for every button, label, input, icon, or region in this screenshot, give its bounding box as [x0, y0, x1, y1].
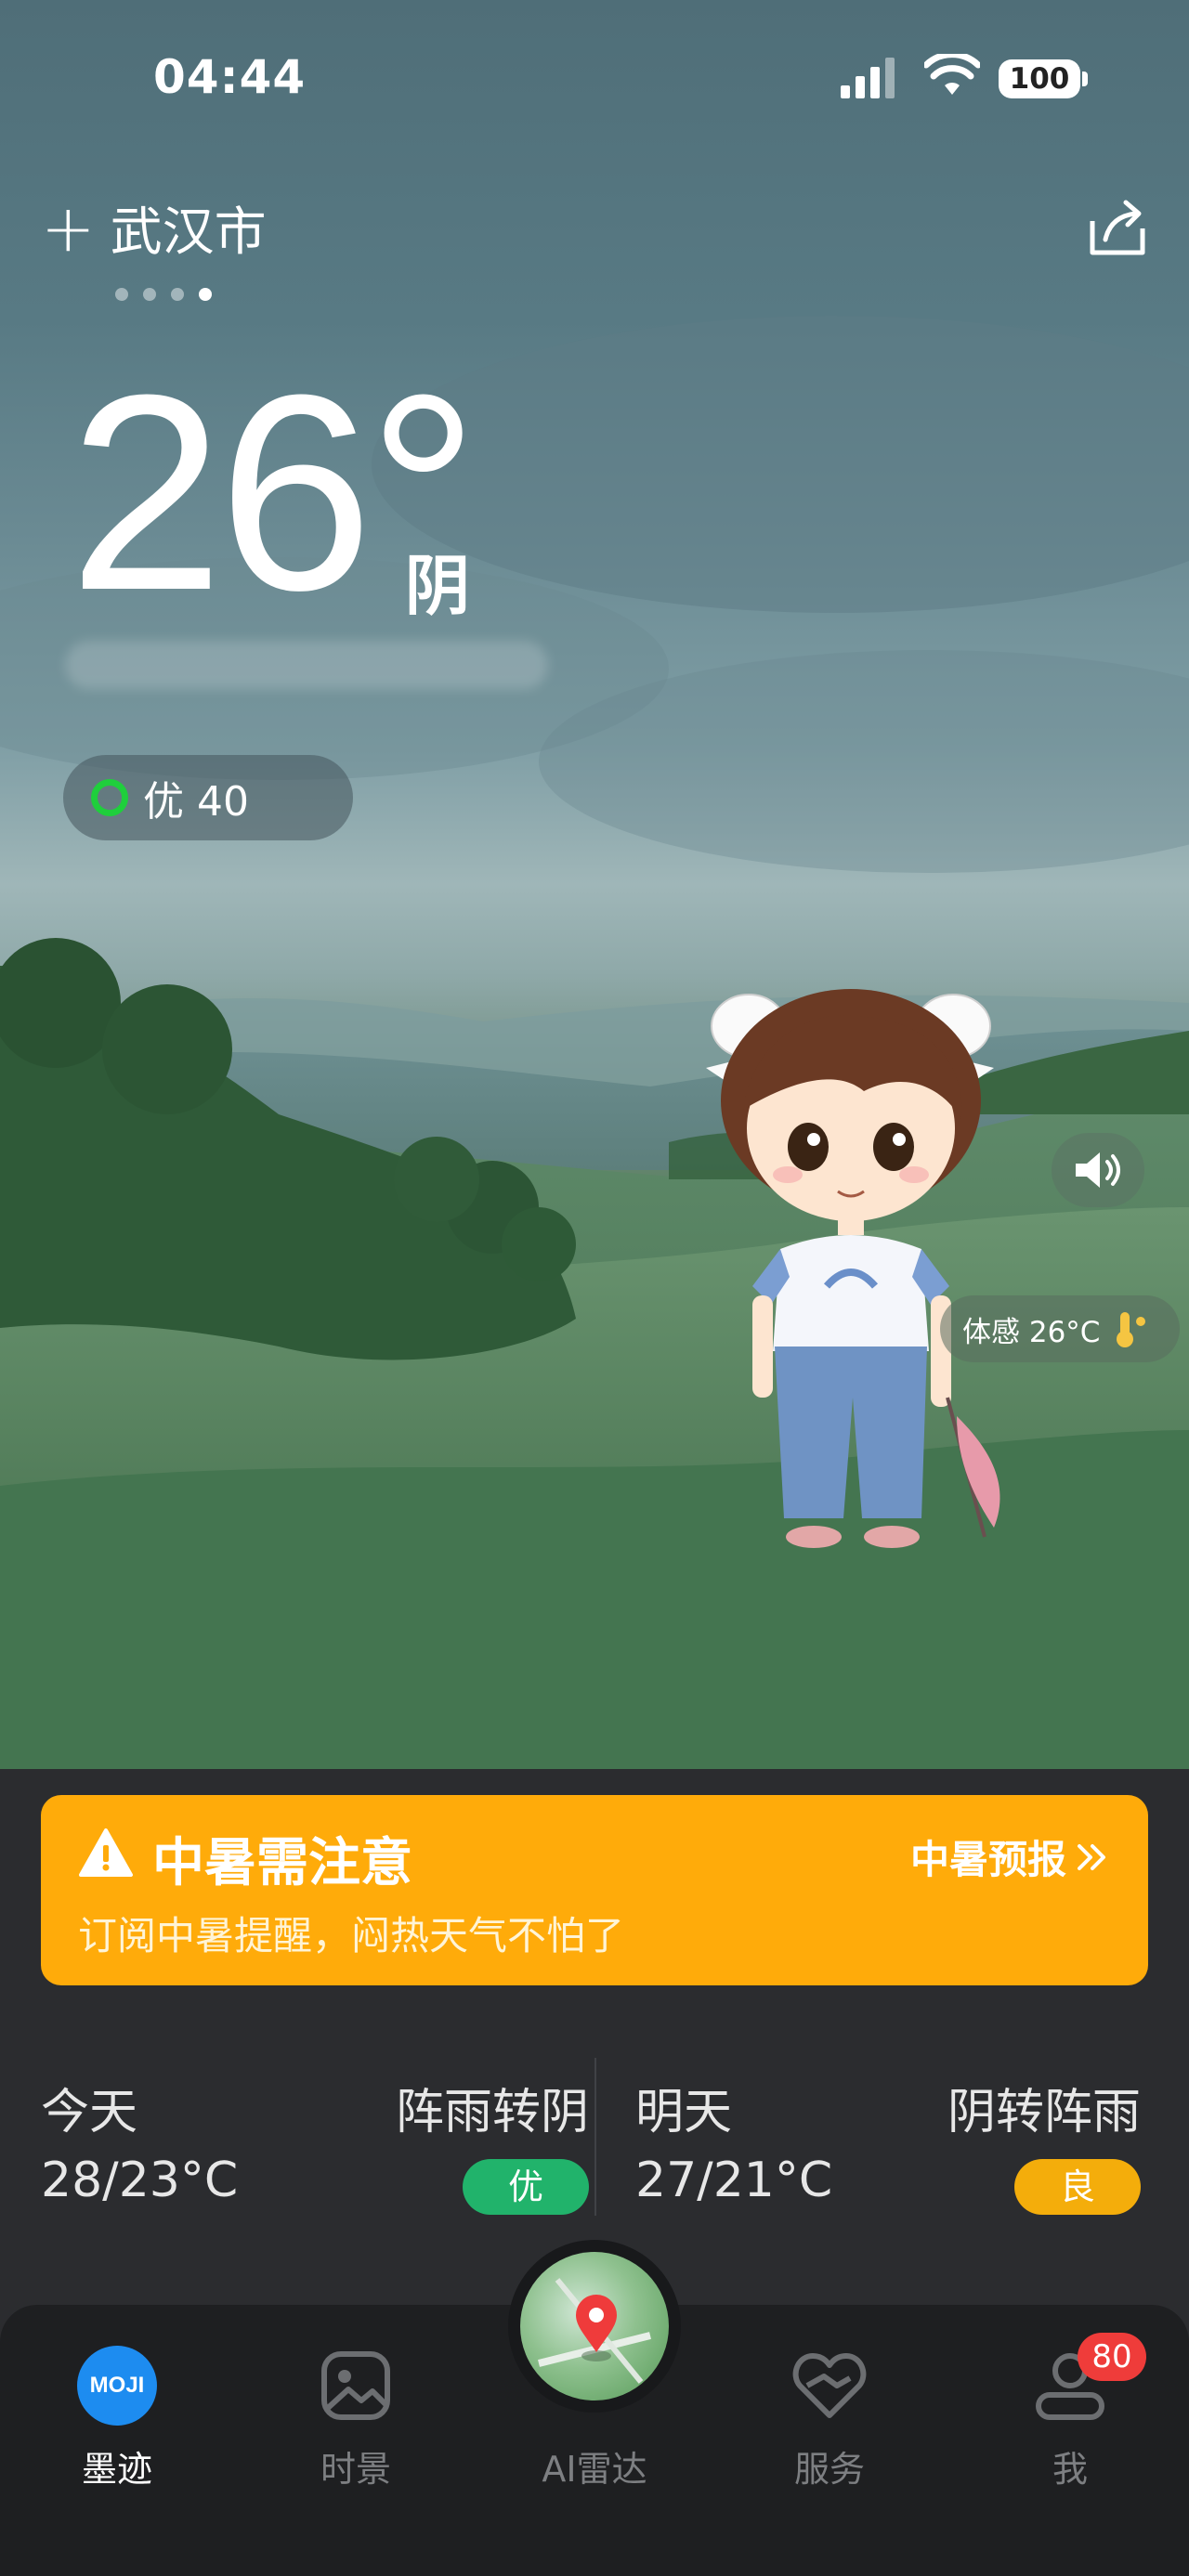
- wifi-icon: [924, 54, 980, 95]
- city-name[interactable]: 武汉市: [111, 190, 267, 266]
- share-icon[interactable]: [1085, 195, 1150, 260]
- feels-like-label: 体感 26°C: [962, 1315, 1101, 1349]
- tab-scenes[interactable]: 时景: [272, 2344, 439, 2491]
- weather-hero: 04:44 100 + 武汉市 26° 阴 优 40 体感 26°C: [0, 0, 1189, 1769]
- forecast-today[interactable]: 今天 阵雨转阴 28/23°C 优: [41, 2013, 589, 2236]
- tab-label: 我: [1052, 2449, 1088, 2490]
- city-selector[interactable]: + 武汉市: [41, 190, 267, 266]
- forecast-range: 28/23°C: [41, 2153, 239, 2208]
- page-indicator: [115, 288, 212, 301]
- forecast-aqi-badge: 良: [1014, 2159, 1141, 2215]
- heatstroke-forecast-link[interactable]: 中暑预报: [910, 1828, 1111, 1885]
- status-bar: 04:44 100: [0, 0, 1189, 158]
- thermometer-icon: [1117, 1312, 1146, 1347]
- notification-badge: 80: [1078, 2333, 1146, 2381]
- blurred-summary: [65, 641, 548, 689]
- tab-label: 服务: [793, 2449, 865, 2490]
- page-dot: [171, 288, 184, 301]
- tab-moji[interactable]: MOJI 墨迹: [33, 2344, 201, 2491]
- forecast-day: 今天: [41, 2085, 138, 2140]
- daily-forecast: 今天 阵雨转阴 28/23°C 优 明天 阴转阵雨 27/21°C 良: [0, 2013, 1189, 2255]
- forecast-aqi-badge: 优: [463, 2159, 589, 2215]
- tab-label: 墨迹: [81, 2449, 152, 2490]
- page-dot: [115, 288, 128, 301]
- double-chevron-right-icon: [1078, 1843, 1105, 1870]
- alert-subtitle: 订阅中暑提醒，闷热天气不怕了: [78, 1913, 625, 1958]
- add-city-icon[interactable]: +: [41, 196, 96, 261]
- map-pin-icon: [538, 2278, 651, 2384]
- feels-like-pill[interactable]: 体感 26°C: [940, 1295, 1180, 1362]
- heart-hand-icon: [788, 2344, 871, 2427]
- photo-icon: [314, 2344, 398, 2427]
- moji-logo: MOJI: [77, 2346, 157, 2426]
- battery-cap: [1082, 72, 1088, 86]
- forecast-range: 27/21°C: [635, 2153, 833, 2208]
- status-time: 04:44: [153, 50, 307, 104]
- forecast-day: 明天: [635, 2085, 733, 2140]
- forecast-divider: [594, 2058, 596, 2216]
- radar-map-thumbnail: [520, 2252, 669, 2400]
- page-dot-active: [199, 288, 212, 301]
- heatstroke-alert-card[interactable]: 中暑需注意 中暑预报 订阅中暑提醒，闷热天气不怕了: [41, 1795, 1148, 1985]
- aqi-ring-icon: [91, 779, 128, 816]
- forecast-condition: 阴转阵雨: [947, 2085, 1141, 2140]
- forecast-condition: 阵雨转阴: [395, 2085, 589, 2140]
- battery-indicator: 100: [999, 59, 1080, 98]
- alert-title: 中暑需注意: [152, 1833, 412, 1893]
- voice-broadcast-button[interactable]: [1052, 1133, 1144, 1207]
- tab-label: 时景: [320, 2449, 391, 2490]
- warning-icon: [79, 1828, 133, 1877]
- current-condition: 阴: [405, 548, 470, 624]
- aqi-pill[interactable]: 优 40: [63, 755, 353, 840]
- signal-icon: [841, 58, 895, 98]
- moji-icon: MOJI: [75, 2344, 159, 2427]
- ai-radar-button[interactable]: [508, 2240, 681, 2413]
- speaker-icon: [1076, 1152, 1120, 1188]
- weather-screen: 04:44 100 + 武汉市 26° 阴 优 40 体感 26°C 中暑需注意…: [0, 0, 1189, 2576]
- tab-label: AI雷达: [542, 2449, 647, 2490]
- avatar-character[interactable]: [678, 980, 1022, 1574]
- forecast-tomorrow[interactable]: 明天 阴转阵雨 27/21°C 良: [635, 2013, 1141, 2236]
- tab-services[interactable]: 服务: [746, 2344, 913, 2491]
- aqi-label: 优 40: [143, 778, 249, 826]
- alert-link-label: 中暑预报: [909, 1837, 1066, 1882]
- page-dot: [143, 288, 156, 301]
